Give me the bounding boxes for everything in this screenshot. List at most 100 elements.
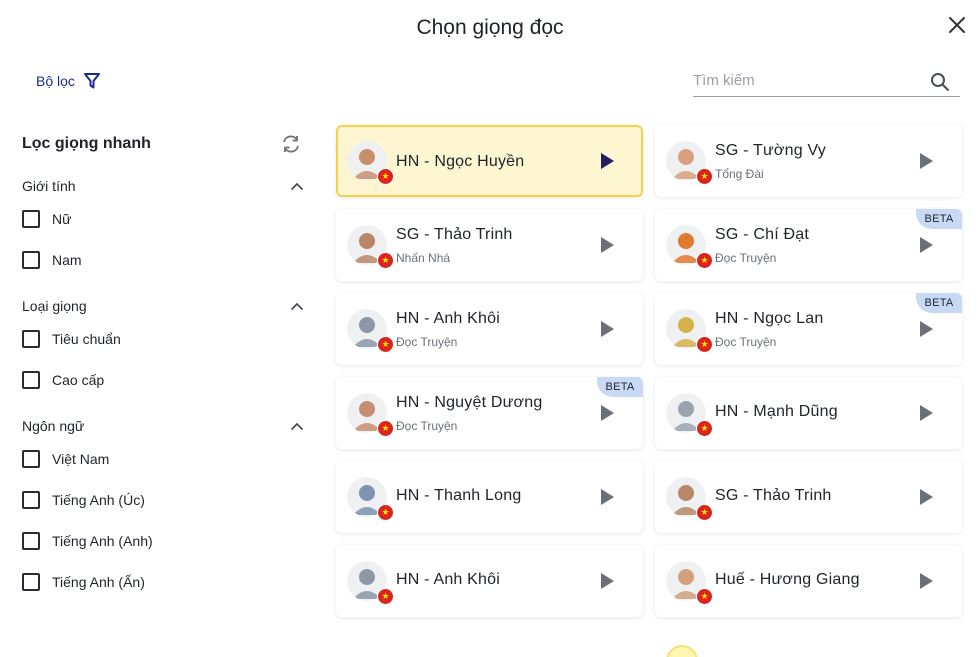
voice-card[interactable]: ★ HN - Ngọc Huyền — [336, 125, 643, 197]
play-icon[interactable] — [918, 152, 934, 170]
play-icon[interactable] — [599, 488, 615, 506]
checkbox[interactable] — [22, 250, 40, 269]
quick-filter-panel: Lọc giọng nhanh Giới tính Nữ Nam Loại giọ… — [22, 128, 310, 602]
search-input[interactable] — [693, 66, 923, 94]
avatar: ★ — [347, 561, 394, 605]
chevron-up-icon[interactable] — [290, 179, 304, 193]
voice-style: Đọc Truyện — [715, 251, 777, 265]
play-icon[interactable] — [599, 572, 615, 590]
voice-card[interactable]: ★ HN - Anh Khôi Đọc Truyện — [336, 293, 643, 365]
vietnam-flag-icon: ★ — [377, 504, 394, 521]
avatar: ★ — [666, 141, 713, 185]
play-icon[interactable] — [918, 572, 934, 590]
voice-card[interactable]: ★ HN - Anh Khôi — [336, 545, 643, 617]
voice-style: Tổng Đài — [715, 167, 764, 181]
filter-button[interactable]: Bộ lọc — [36, 72, 101, 90]
vietnam-flag-icon: ★ — [377, 420, 394, 437]
filter-option[interactable]: Tiêu chuẩn — [22, 318, 310, 359]
checkbox[interactable] — [22, 209, 40, 228]
voice-name: SG - Thảo Trinh — [715, 487, 832, 504]
avatar: ★ — [666, 477, 713, 521]
filter-section-header[interactable]: Ngôn ngữ — [22, 414, 310, 438]
funnel-icon — [83, 73, 100, 89]
filter-section-title: Loại giọng — [22, 298, 87, 314]
play-icon[interactable] — [599, 152, 615, 170]
checkbox[interactable] — [22, 329, 40, 348]
play-icon[interactable] — [918, 320, 934, 338]
search-icon[interactable] — [930, 72, 950, 92]
filter-section-header[interactable]: Giới tính — [22, 174, 310, 198]
voice-name: HN - Anh Khôi — [396, 571, 500, 588]
avatar: ★ — [666, 309, 713, 353]
chevron-up-icon[interactable] — [290, 299, 304, 313]
vietnam-flag-icon: ★ — [696, 252, 713, 269]
play-icon[interactable] — [599, 320, 615, 338]
vietnam-flag-icon: ★ — [377, 168, 394, 185]
checkbox[interactable] — [22, 370, 40, 389]
voice-name: HN - Ngọc Lan — [715, 310, 824, 327]
checkbox[interactable] — [22, 531, 40, 550]
voice-name: SG - Thảo Trinh — [396, 226, 513, 243]
dialog-title: Chọn giọng đọc — [416, 16, 564, 39]
voice-name: HN - Ngọc Huyền — [396, 153, 525, 170]
vietnam-flag-icon: ★ — [696, 336, 713, 353]
voice-name: Huế - Hương Giang — [715, 571, 860, 588]
avatar: ★ — [666, 561, 713, 605]
avatar: ★ — [347, 141, 394, 185]
avatar: ★ — [666, 225, 713, 269]
filter-option[interactable]: Nam — [22, 239, 310, 280]
vietnam-flag-icon: ★ — [696, 504, 713, 521]
checkbox[interactable] — [22, 449, 40, 468]
voice-card[interactable]: ★ SG - Thảo Trinh Nhấn Nhá — [336, 209, 643, 281]
quick-filter-header: Lọc giọng nhanh — [22, 128, 310, 160]
reset-icon[interactable] — [280, 133, 302, 155]
vietnam-flag-icon: ★ — [377, 252, 394, 269]
checkbox[interactable] — [22, 490, 40, 509]
avatar: ★ — [666, 393, 713, 437]
filter-option[interactable]: Việt Nam — [22, 438, 310, 479]
search-box — [693, 66, 960, 97]
filter-option-label: Việt Nam — [52, 450, 110, 467]
beta-badge: BETA — [597, 377, 643, 397]
voice-card[interactable]: ★ SG - Chí Đạt Đọc Truyện BETA — [655, 209, 962, 281]
voice-card[interactable]: ★ HN - Nguyệt Dương Đọc Truyện BETA — [336, 377, 643, 449]
voice-card[interactable]: ★ Huế - Hương Giang — [655, 545, 962, 617]
voice-card[interactable]: ★ HN - Thanh Long — [336, 461, 643, 533]
voice-card[interactable]: ★ SG - Thảo Trinh — [655, 461, 962, 533]
play-icon[interactable] — [918, 404, 934, 422]
filter-option[interactable]: Cao cấp — [22, 359, 310, 400]
filter-option-label: Nam — [52, 251, 82, 268]
voice-name: HN - Nguyệt Dương — [396, 394, 543, 411]
voice-style: Đọc Truyện — [396, 419, 458, 433]
voice-card[interactable]: ★ HN - Ngọc Lan Đọc Truyện BETA — [655, 293, 962, 365]
filter-option-label: Tiếng Anh (Ấn) — [52, 573, 145, 590]
voice-style: Nhấn Nhá — [396, 251, 451, 265]
filter-section-title: Giới tính — [22, 178, 76, 194]
play-icon[interactable] — [918, 488, 934, 506]
floating-indicator — [666, 645, 698, 657]
filter-option[interactable]: Tiếng Anh (Anh) — [22, 520, 310, 561]
filter-option[interactable]: Tiếng Anh (Ấn) — [22, 561, 310, 602]
vietnam-flag-icon: ★ — [377, 588, 394, 605]
play-icon[interactable] — [599, 236, 615, 254]
checkbox[interactable] — [22, 572, 40, 591]
vietnam-flag-icon: ★ — [696, 588, 713, 605]
voice-card[interactable]: ★ SG - Tường Vy Tổng Đài — [655, 125, 962, 197]
filter-option-label: Tiêu chuẩn — [52, 330, 121, 347]
filter-option-label: Tiếng Anh (Anh) — [52, 532, 153, 549]
filter-section-title: Ngôn ngữ — [22, 418, 85, 434]
play-icon[interactable] — [918, 236, 934, 254]
play-icon[interactable] — [599, 404, 615, 422]
filter-option[interactable]: Nữ — [22, 198, 310, 239]
close-icon[interactable] — [946, 14, 968, 36]
filter-section-header[interactable]: Loại giọng — [22, 294, 310, 318]
avatar: ★ — [347, 393, 394, 437]
chevron-up-icon[interactable] — [290, 419, 304, 433]
quick-filter-title: Lọc giọng nhanh — [22, 135, 151, 152]
filter-option[interactable]: Tiếng Anh (Úc) — [22, 479, 310, 520]
voice-card[interactable]: ★ HN - Mạnh Dũng — [655, 377, 962, 449]
voice-style: Đọc Truyện — [715, 335, 777, 349]
voice-name: SG - Tường Vy — [715, 142, 826, 159]
beta-badge: BETA — [916, 209, 962, 229]
filter-label: Bộ lọc — [36, 73, 75, 89]
